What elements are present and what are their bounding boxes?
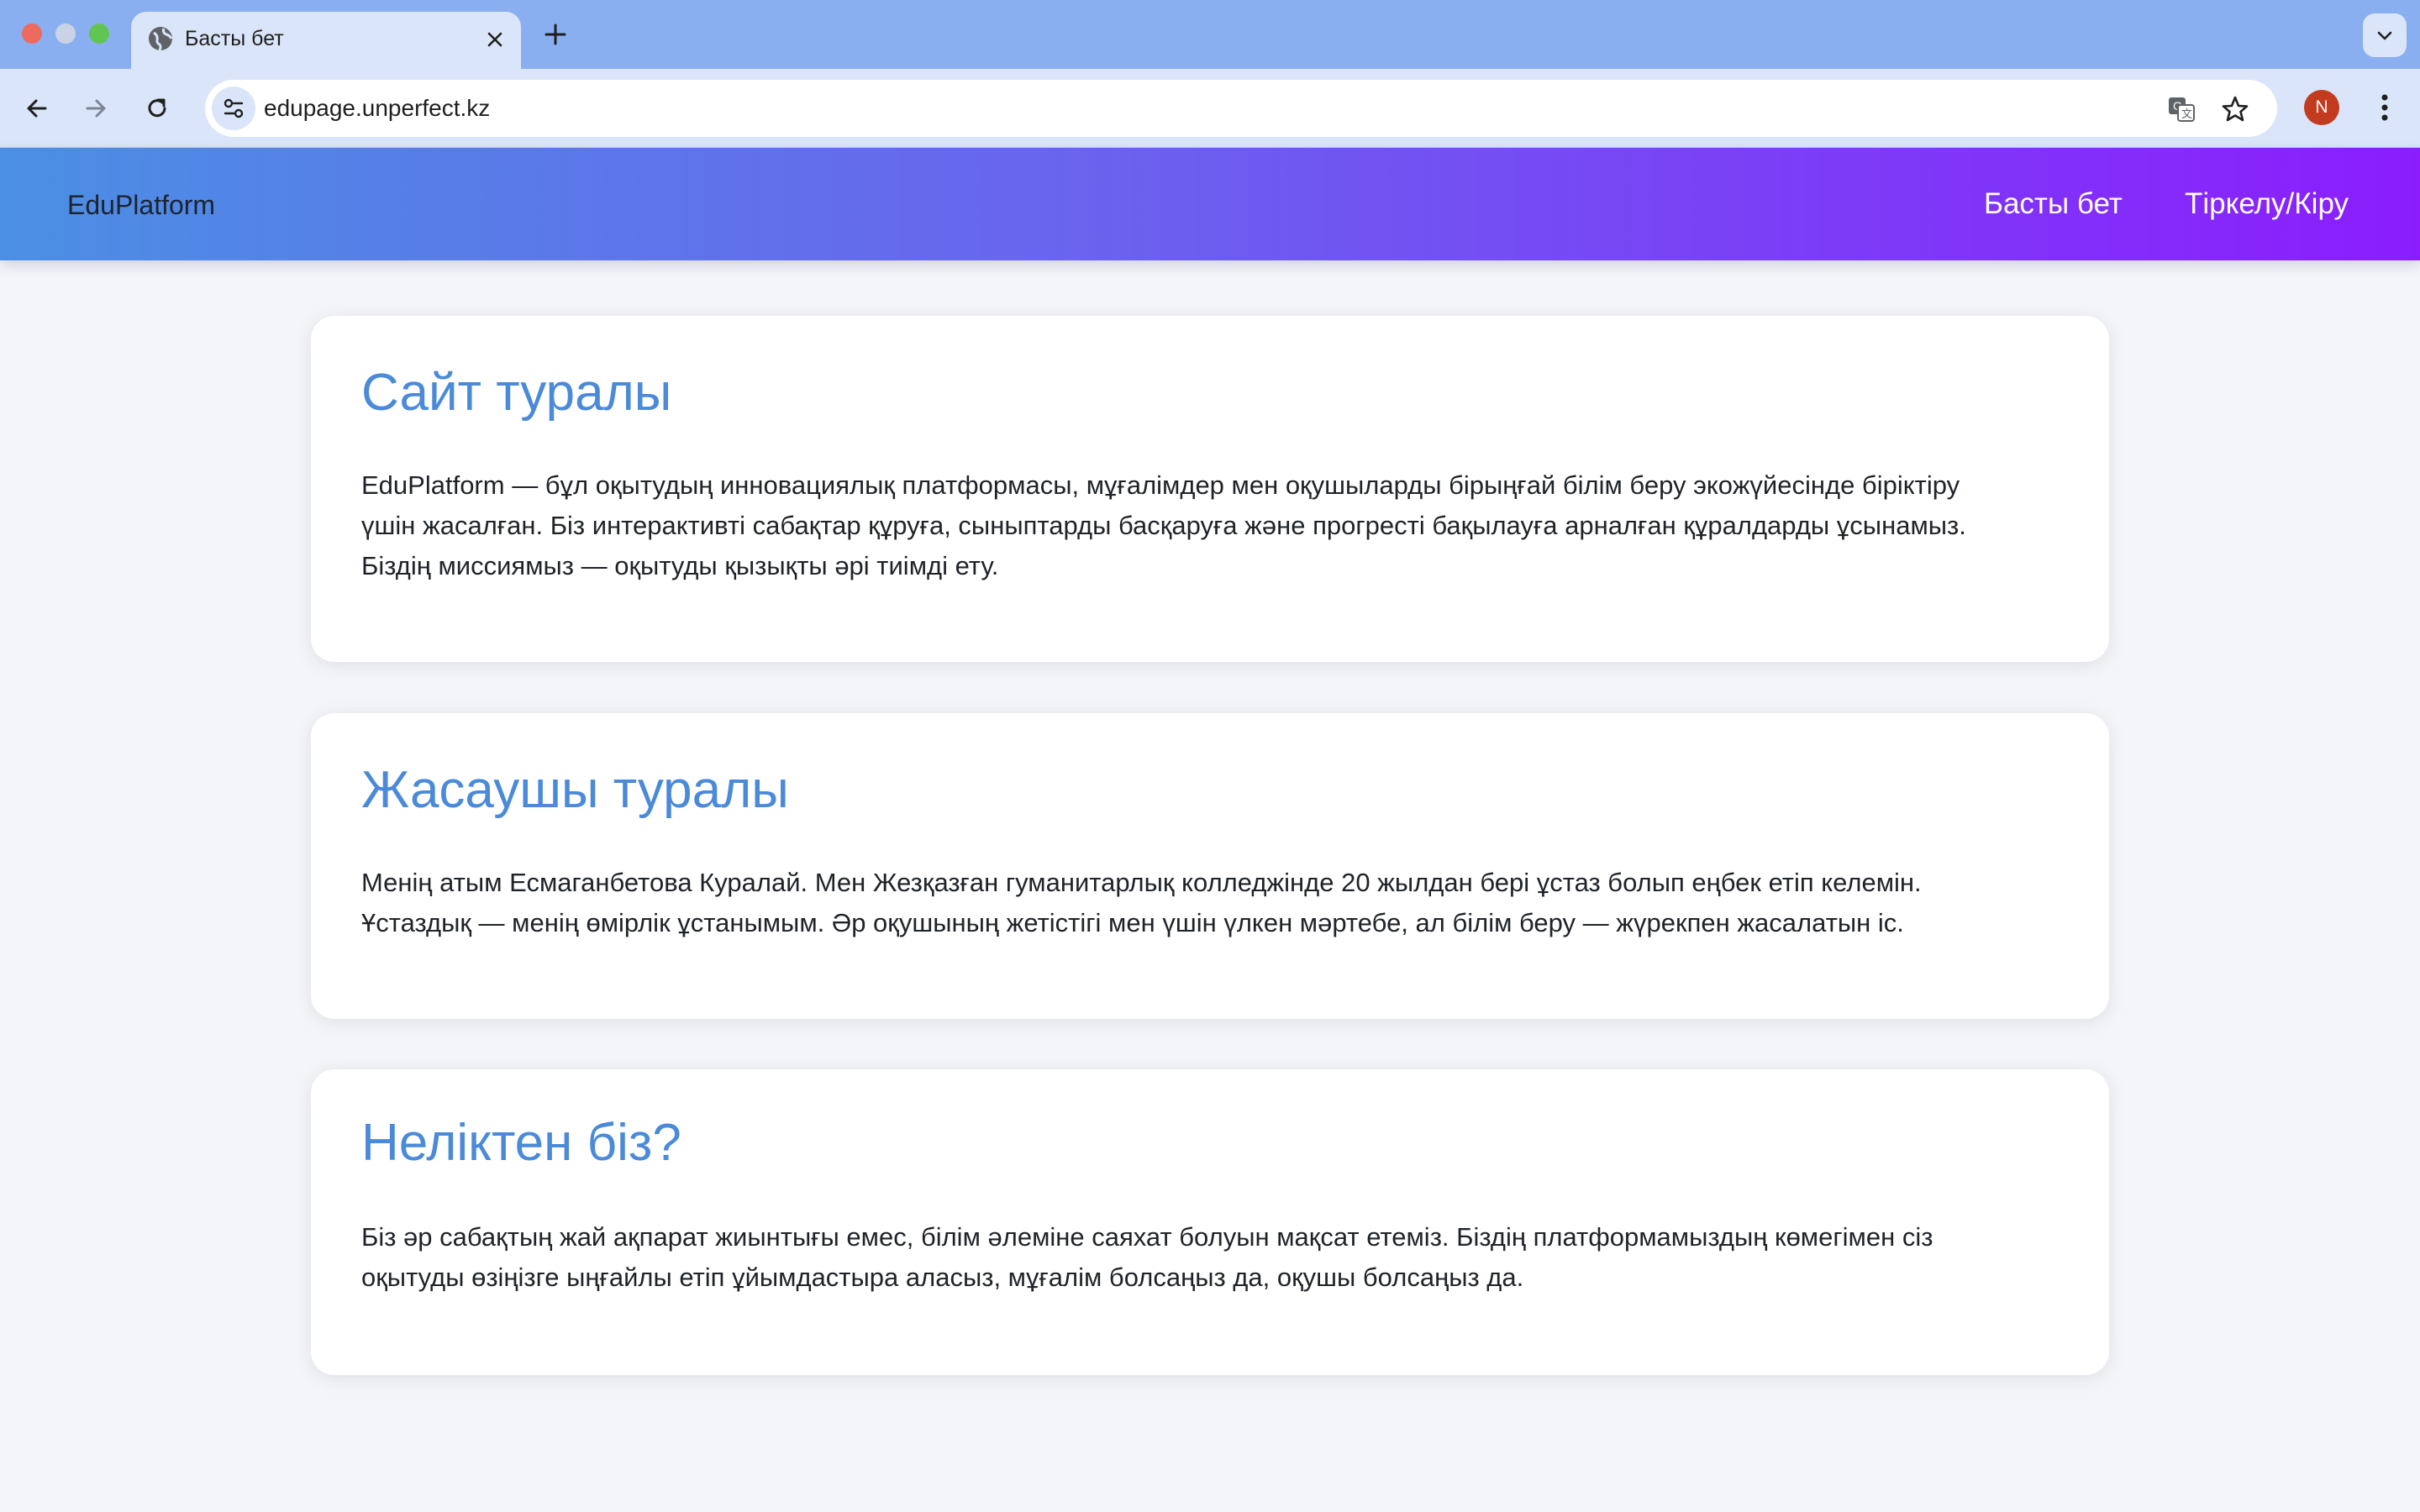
about-author-card: Жасаушы туралы Менің атым Есмаганбетова …: [311, 713, 2109, 1019]
chevron-down-icon: [2377, 31, 2392, 40]
paragraph-line: Біздің миссиямыз — оқытуды қызықты әрі т…: [361, 551, 999, 580]
paragraph-line: Менің атым Есмаганбетова Куралай. Мен Же…: [361, 868, 1922, 897]
profile-avatar[interactable]: N: [2304, 90, 2339, 125]
paragraph-line: үшін жасалған. Біз интерактивті сабақтар…: [361, 511, 1966, 540]
plus-icon[interactable]: [541, 20, 570, 49]
minimize-window-button[interactable]: [55, 24, 76, 44]
translate-icon[interactable]: G 文: [2166, 94, 2196, 124]
tab-search-button[interactable]: [2363, 13, 2407, 57]
about-site-text: EduPlatform — бұл оқытудың инновациялық …: [361, 465, 2084, 586]
reload-button[interactable]: [138, 89, 176, 128]
close-window-button[interactable]: [22, 24, 42, 44]
about-site-heading: Сайт туралы: [361, 364, 672, 422]
back-button[interactable]: [18, 89, 56, 128]
browser-tab[interactable]: Басты бет: [131, 12, 521, 69]
browser-toolbar: edupage.unperfect.kz G 文: [0, 69, 2420, 148]
browser-tab-strip: Басты бет: [0, 0, 2420, 69]
site-info-button[interactable]: [212, 87, 255, 130]
tab-title: Басты бет: [185, 27, 284, 50]
close-icon[interactable]: [484, 29, 506, 50]
paragraph-line: Ұстаздық — менің өмірлік ұстанымым. Әр о…: [361, 908, 1904, 937]
nav-link-register-login[interactable]: Тіркелу/Кіру: [2185, 186, 2349, 222]
about-author-text: Менің атым Есмаганбетова Куралай. Мен Же…: [361, 863, 2084, 943]
why-us-text: Біз әр сабақтың жай ақпарат жиынтығы еме…: [361, 1217, 2084, 1298]
paragraph-line: оқытуды өзіңізге ыңғайлы етіп ұйымдастыр…: [361, 1263, 1524, 1292]
forward-button[interactable]: [76, 89, 115, 128]
forward-arrow-icon: [86, 99, 106, 118]
address-bar[interactable]: edupage.unperfect.kz G 文: [205, 80, 2277, 137]
site-logo[interactable]: EduPlatform: [67, 188, 215, 222]
maximize-window-button[interactable]: [89, 24, 109, 44]
svg-text:文: 文: [2181, 108, 2192, 120]
kebab-menu-icon[interactable]: [2368, 87, 2402, 128]
site-header: EduPlatform Басты бет Тіркелу/Кіру: [0, 148, 2420, 260]
nav-link-home[interactable]: Басты бет: [1984, 186, 2123, 222]
why-us-card: Неліктен біз? Біз әр сабақтың жай ақпара…: [311, 1069, 2109, 1375]
back-arrow-icon: [27, 99, 47, 118]
reload-icon: [148, 98, 166, 118]
paragraph-line: EduPlatform — бұл оқытудың инновациялық …: [361, 470, 1960, 500]
why-us-heading: Неліктен біз?: [361, 1114, 681, 1172]
about-author-heading: Жасаушы туралы: [361, 761, 789, 819]
paragraph-line: Біз әр сабақтың жай ақпарат жиынтығы еме…: [361, 1222, 1933, 1252]
globe-icon: [146, 24, 175, 53]
site-settings-icon: [224, 98, 244, 118]
star-icon[interactable]: [2220, 94, 2250, 124]
about-site-card: Сайт туралы EduPlatform — бұл оқытудың и…: [311, 316, 2109, 662]
url-text[interactable]: edupage.unperfect.kz: [264, 93, 490, 123]
